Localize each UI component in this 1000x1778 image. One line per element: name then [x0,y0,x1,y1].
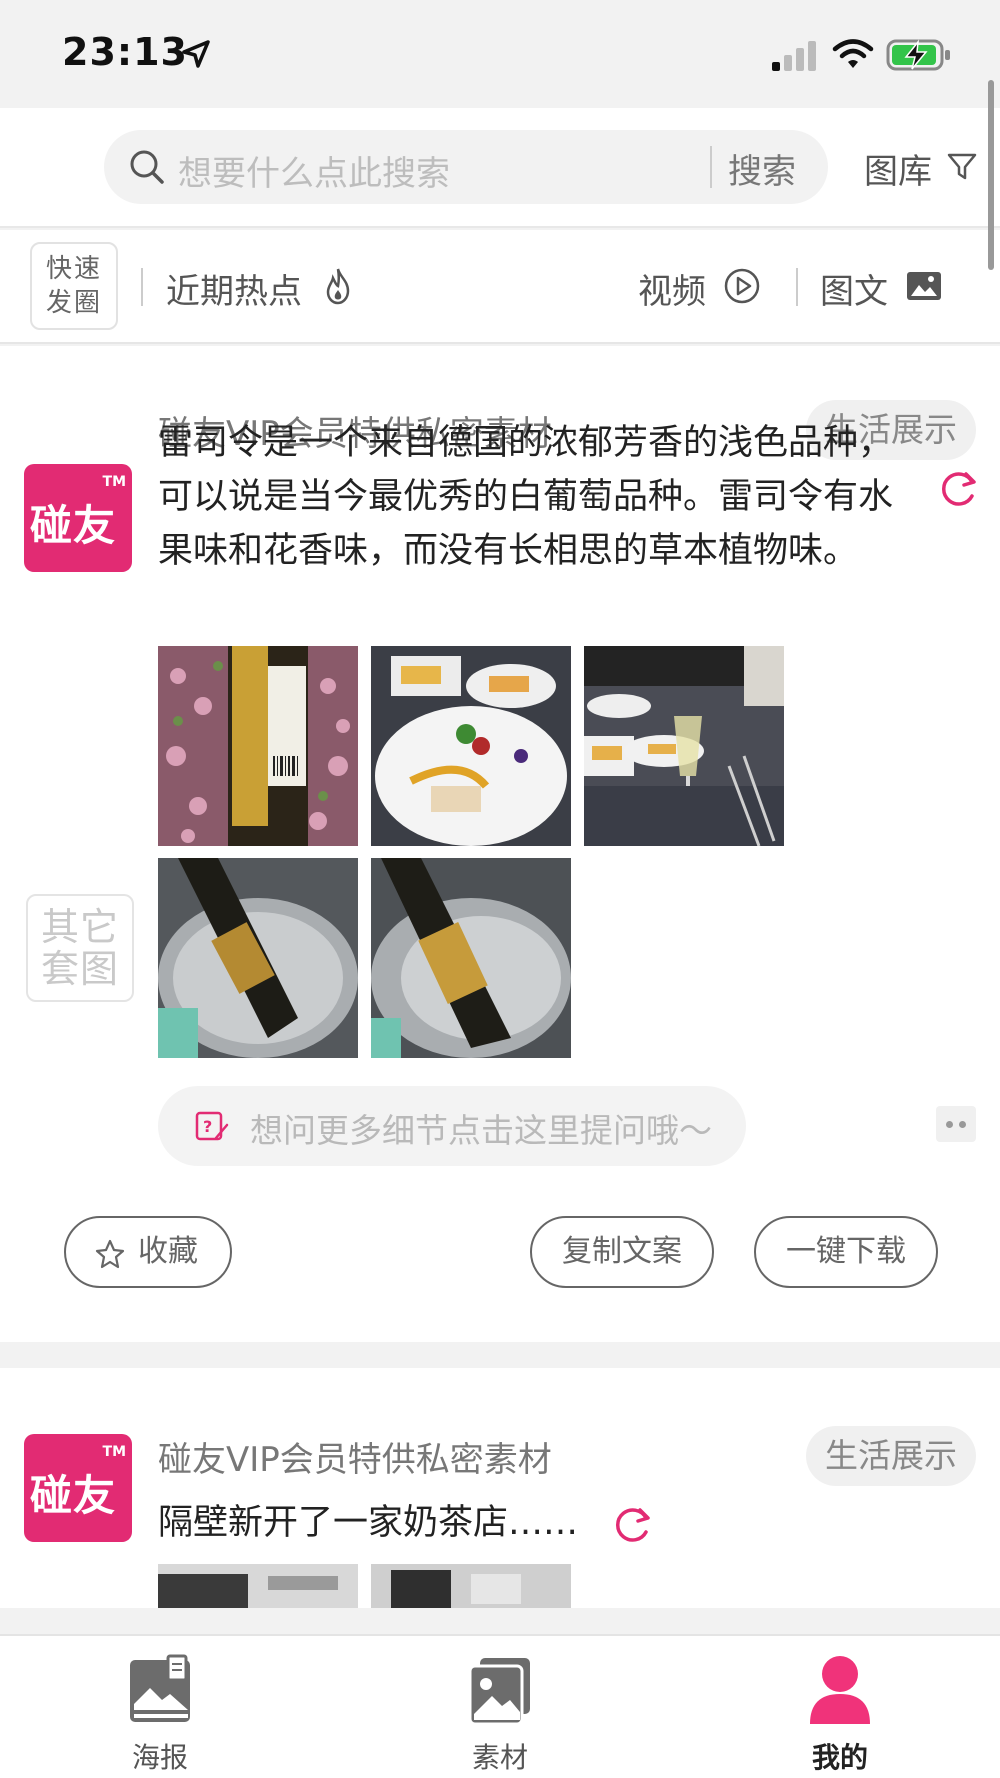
other-sets-label-line1: 其它 [40,905,119,949]
header: 想要什么点此搜索 搜索 图库 [0,108,1000,228]
favorite-label: 收藏 [138,1234,198,1269]
copy-text-button[interactable]: 复制文案 [530,1216,714,1288]
avatar[interactable]: 碰友 TM [24,464,132,572]
category-divider [141,268,143,306]
copy-text-label: 复制文案 [562,1234,682,1269]
favorite-button[interactable]: 收藏 [64,1216,232,1288]
ask-question-placeholder: 想问更多细节点击这里提问哦～ [250,1111,712,1150]
post-tag[interactable]: 生活展示 [806,1426,976,1486]
category-bar: 快速 发圈 近期热点 视频 图文 [0,230,1000,344]
post-image-wine-bucket-2[interactable] [371,858,571,1058]
more-options-button[interactable] [936,1106,976,1142]
avatar-logo-text: 碰友 [30,1471,117,1520]
nav-item-profile[interactable]: 我的 [740,1636,940,1778]
avatar-trademark: TM [102,474,126,490]
post-image-dinner-table[interactable] [584,646,784,846]
tab-recent-hot[interactable]: 近期热点 [166,264,302,313]
tab-image-text[interactable]: 图文 [820,264,888,313]
nav-item-poster[interactable]: 海报 [60,1636,260,1778]
refresh-icon[interactable] [936,466,980,510]
gallery-filter-button[interactable]: 图库 [864,144,932,193]
tab-video[interactable]: 视频 [638,264,706,313]
refresh-icon[interactable] [610,1502,654,1546]
post-text-line: 可以说是当今最优秀的白葡萄品种。雷司令有水 [158,477,894,517]
post-text[interactable]: 雷司令是一个来自德国的浓郁芳香的浅色品种， 可以说是当今最优秀的白葡萄品种。雷司… [158,416,938,578]
post-text[interactable]: 隔壁新开了一家奶茶店…… [158,1496,938,1550]
bottom-nav: 海报 素材 我的 [0,1634,1000,1778]
post-text-line: 果味和花香味，而没有长相思的草本植物味。 [158,531,859,571]
battery-charging-icon [886,39,950,71]
nav-label: 海报 [131,1741,188,1774]
post-text-line: 隔壁新开了一家奶茶店…… [158,1503,579,1543]
avatar-trademark: TM [102,1444,126,1460]
filter-icon[interactable] [946,150,978,182]
post-image-wine-bottle-flowers[interactable] [158,646,358,846]
quick-post-label-line2: 发圈 [45,288,102,318]
ask-question-input[interactable]: ? 想问更多细节点击这里提问哦～ [158,1086,746,1166]
status-bar: 23:13 [0,0,1000,108]
cellular-signal-icon [772,41,816,71]
play-circle-icon [724,268,760,304]
search-icon [130,150,164,184]
image-icon [907,272,941,300]
post-image-laptop-desk[interactable] [158,1564,358,1608]
avatar[interactable]: 碰友 TM [24,1434,132,1542]
post-author: 碰友VIP会员特供私密素材 [158,1440,552,1480]
search-input[interactable]: 想要什么点此搜索 搜索 [104,130,828,204]
nav-label: 我的 [811,1741,868,1774]
category-divider [796,268,798,306]
other-sets-label-line2: 套图 [40,947,119,991]
quick-post-label-line1: 快速 [45,254,102,284]
status-time: 23:13 [62,30,188,74]
post-image-wine-bucket-1[interactable] [158,858,358,1058]
download-all-label: 一键下载 [786,1234,906,1269]
nav-label: 素材 [471,1741,528,1774]
search-placeholder: 想要什么点此搜索 [178,154,450,194]
wifi-icon [832,39,874,68]
star-icon [95,1239,125,1269]
svg-text:?: ? [203,1117,212,1136]
location-arrow-icon [182,40,210,68]
profile-icon [810,1656,870,1724]
quick-post-button[interactable]: 快速 发圈 [30,242,118,330]
post-image-dessert-plate[interactable] [371,646,571,846]
post-text-line: 雷司令是一个来自德国的浓郁芳香的浅色品种， [158,423,894,463]
other-sets-button[interactable]: 其它 套图 [26,894,134,1002]
fire-icon [326,268,350,305]
post-card: 碰友VIP会员特供私密素材 生活展示 碰友 TM 隔壁新开了一家奶茶店…… [0,1368,1000,1608]
material-icon [468,1658,530,1726]
search-button[interactable]: 搜索 [728,144,796,193]
post-image-desk-items[interactable] [371,1564,571,1608]
poster-icon [130,1654,190,1722]
scroll-bar[interactable] [988,80,994,270]
download-all-button[interactable]: 一键下载 [754,1216,938,1288]
nav-item-material[interactable]: 素材 [400,1636,600,1778]
search-divider [710,146,712,188]
question-edit-icon: ? [195,1111,229,1141]
avatar-logo-text: 碰友 [30,501,117,550]
post-card: 碰友VIP会员特供私密素材 生活展示 碰友 TM 雷司令是一个来自德国的浓郁芳香… [0,346,1000,1342]
